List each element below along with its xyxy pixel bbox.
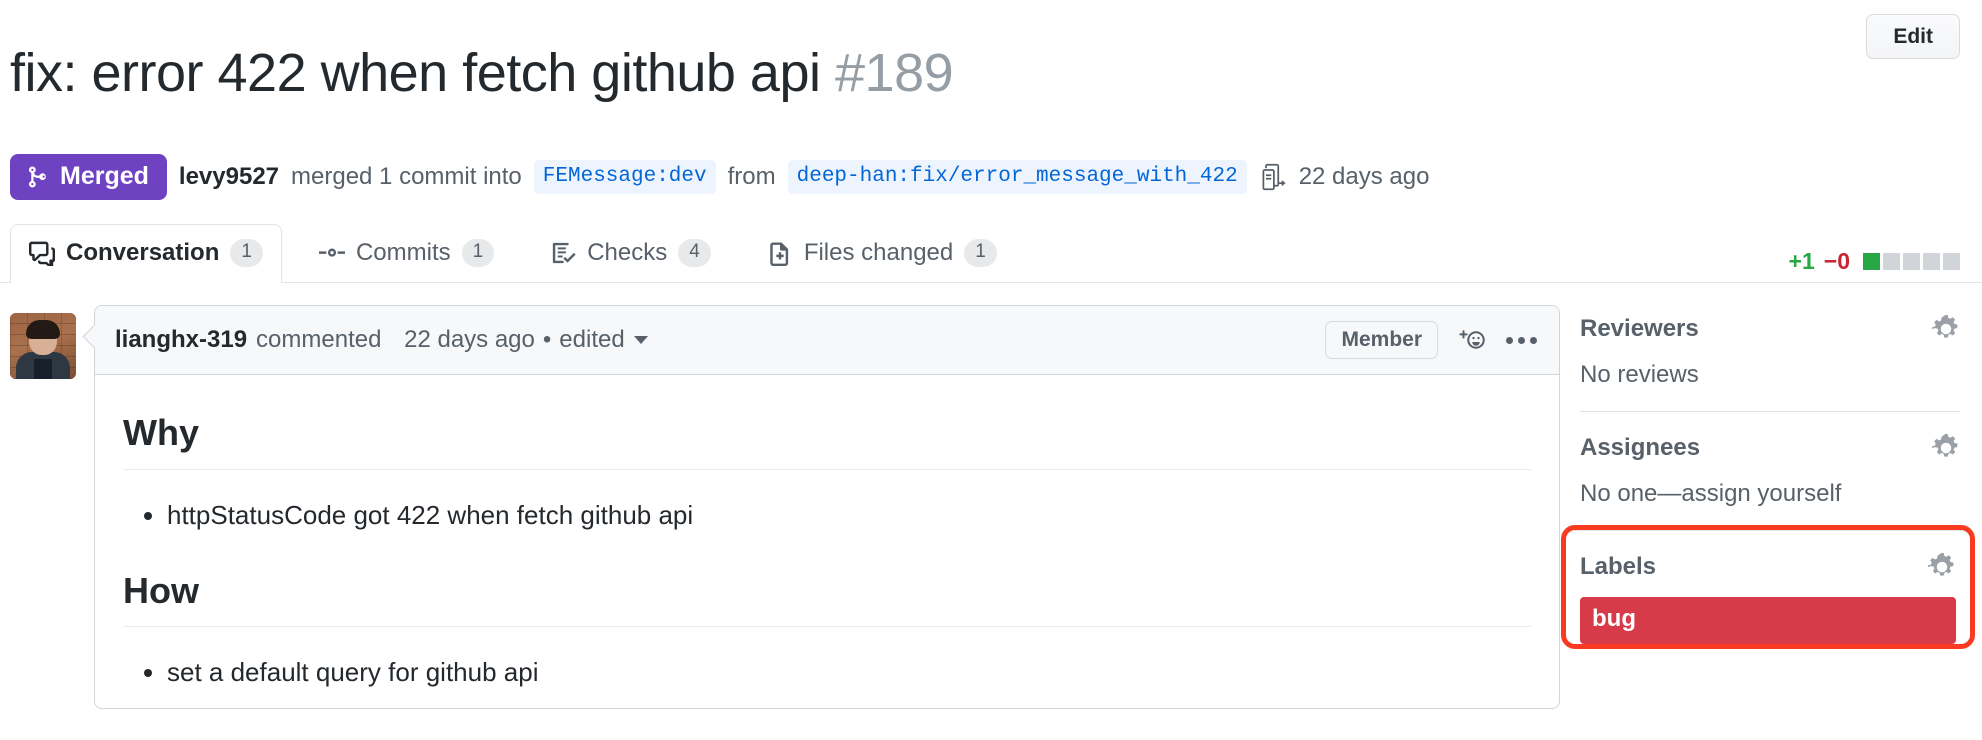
status-badge-label: Merged bbox=[60, 162, 149, 191]
base-branch-chip[interactable]: FEMessage:dev bbox=[533, 160, 716, 195]
section-heading-why: Why bbox=[123, 411, 1531, 470]
sidebar-reviewers-empty: No reviews bbox=[1580, 361, 1699, 389]
avatar-shirt bbox=[34, 359, 52, 380]
diffstat-block bbox=[1903, 253, 1920, 271]
label-chip-bug[interactable]: bug bbox=[1580, 597, 1956, 644]
title-row: fix: error 422 when fetch github api #18… bbox=[0, 0, 1982, 140]
sidebar-section-labels[interactable]: Labels bug bbox=[1561, 525, 1975, 649]
add-reaction-button[interactable] bbox=[1456, 325, 1486, 355]
file-diff-icon bbox=[767, 240, 793, 267]
tab-commits[interactable]: Commits 1 bbox=[300, 224, 513, 283]
checklist-icon bbox=[550, 240, 576, 266]
pr-tabs-container: Conversation 1 Commits 1 Checks 4 Files … bbox=[0, 224, 1982, 285]
diffstat-block bbox=[1863, 253, 1880, 271]
comment-options-button[interactable] bbox=[1504, 331, 1539, 350]
head-branch-chip[interactable]: deep-han:fix/error_message_with_422 bbox=[787, 160, 1247, 195]
chevron-down-icon[interactable] bbox=[633, 336, 648, 345]
diffstat-block bbox=[1943, 253, 1960, 271]
merge-timestamp: 22 days ago bbox=[1298, 163, 1430, 191]
sidebar-heading: Assignees bbox=[1580, 434, 1960, 462]
status-badge: Merged bbox=[10, 154, 167, 201]
diffstat-deletions: −0 bbox=[1823, 248, 1850, 275]
pr-title-text: fix: error 422 when fetch github api bbox=[10, 43, 821, 104]
copy-branch-icon[interactable] bbox=[1259, 163, 1287, 191]
list-item: httpStatusCode got 422 when fetch github… bbox=[167, 496, 1531, 535]
avatar[interactable] bbox=[10, 313, 76, 380]
section-heading-how: How bbox=[123, 569, 1531, 627]
page-title: fix: error 422 when fetch github api #18… bbox=[10, 42, 954, 104]
merge-description: merged 1 commit into bbox=[291, 163, 522, 191]
from-text: from bbox=[727, 163, 776, 191]
sidebar-labels-title: Labels bbox=[1580, 553, 1657, 581]
diffstat-additions: +1 bbox=[1788, 248, 1815, 275]
assign-yourself-link[interactable]: No one—assign yourself bbox=[1580, 480, 1841, 507]
pull-request-page: fix: error 422 when fetch github api #18… bbox=[0, 0, 1982, 740]
comment-separator: • bbox=[542, 326, 552, 354]
tab-label: Commits bbox=[355, 239, 451, 267]
gear-icon[interactable] bbox=[1932, 315, 1960, 343]
comment-timestamp: 22 days ago bbox=[404, 326, 535, 354]
gear-icon[interactable] bbox=[1932, 434, 1960, 462]
tab-conversation[interactable]: Conversation 1 bbox=[10, 224, 282, 285]
sidebar-heading: Reviewers bbox=[1580, 315, 1960, 343]
pr-meta-row: Merged levy9527 merged 1 commit into FEM… bbox=[0, 140, 1982, 201]
comment-header-actions: Member bbox=[1325, 321, 1539, 360]
comment-header: lianghx-319 commented 22 days ago • edit… bbox=[95, 306, 1559, 376]
merger-username[interactable]: levy9527 bbox=[179, 163, 279, 191]
tab-counter: 1 bbox=[461, 239, 495, 268]
comment-card: lianghx-319 commented 22 days ago • edit… bbox=[94, 305, 1560, 709]
tab-files-changed[interactable]: Files changed 1 bbox=[748, 224, 1016, 283]
conversation-timeline: lianghx-319 commented 22 days ago • edit… bbox=[10, 305, 1560, 709]
git-merge-icon bbox=[26, 165, 50, 189]
tab-label: Files changed bbox=[803, 239, 954, 267]
tab-label: Conversation bbox=[66, 239, 220, 267]
sidebar-reviewers-title: Reviewers bbox=[1580, 315, 1699, 343]
sidebar-section-reviewers: Reviewers No reviews bbox=[1580, 315, 1960, 411]
pr-sidebar: Reviewers No reviews Assignees No one—as… bbox=[1561, 305, 1975, 708]
gear-icon[interactable] bbox=[1928, 553, 1956, 581]
pr-body: lianghx-319 commented 22 days ago • edit… bbox=[0, 283, 1982, 709]
author-association-badge[interactable]: Member bbox=[1325, 321, 1438, 360]
tab-checks[interactable]: Checks 4 bbox=[531, 224, 730, 283]
comment-body: Why httpStatusCode got 422 when fetch gi… bbox=[95, 375, 1559, 707]
section-list-why: httpStatusCode got 422 when fetch github… bbox=[123, 496, 1531, 535]
sidebar-assignees-title: Assignees bbox=[1580, 434, 1701, 462]
tab-counter: 4 bbox=[678, 239, 711, 268]
diffstat-block bbox=[1883, 253, 1900, 271]
tab-label: Checks bbox=[587, 239, 668, 267]
diffstat-block bbox=[1923, 253, 1940, 271]
sidebar-assignees-empty: No one—assign yourself bbox=[1580, 480, 1960, 508]
sidebar-heading: Labels bbox=[1580, 553, 1956, 581]
section-list-how: set a default query for github api bbox=[123, 653, 1531, 692]
diffstat[interactable]: +1 −0 bbox=[1789, 224, 1960, 283]
pr-tabs: Conversation 1 Commits 1 Checks 4 Files … bbox=[10, 224, 1960, 285]
diffstat-blocks bbox=[1863, 253, 1960, 271]
sidebar-section-assignees: Assignees No one—assign yourself bbox=[1580, 411, 1960, 530]
pr-number: #189 bbox=[835, 43, 954, 104]
tab-counter: 1 bbox=[964, 239, 997, 268]
comment-action: commented bbox=[256, 326, 382, 354]
edit-button[interactable]: Edit bbox=[1866, 14, 1960, 59]
list-item: set a default query for github api bbox=[167, 653, 1531, 692]
comment-author[interactable]: lianghx-319 bbox=[115, 326, 247, 354]
tab-counter: 1 bbox=[230, 239, 263, 268]
avatar-hair bbox=[26, 320, 60, 340]
comment-discussion-icon bbox=[29, 240, 55, 267]
comment-edited-label[interactable]: edited bbox=[559, 326, 624, 354]
git-commit-icon bbox=[318, 240, 345, 266]
